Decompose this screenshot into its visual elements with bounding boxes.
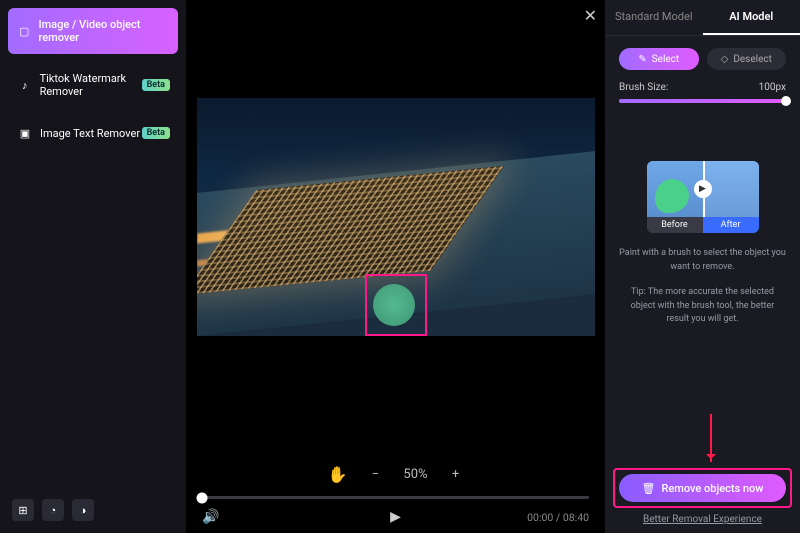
right-panel: Standard Model AI Model ✎ Select ◇ Desel… <box>605 0 800 533</box>
tab-ai-model[interactable]: AI Model <box>703 0 800 35</box>
play-button[interactable]: ▶ <box>390 509 401 525</box>
canvas-area[interactable] <box>186 0 605 433</box>
zoom-value: 50% <box>403 467 427 482</box>
sample-object-icon <box>655 179 689 213</box>
taskbar: ⊞ ◔ ◑ <box>8 495 178 525</box>
before-label: Before <box>647 217 703 233</box>
help-tip: Tip: The more accurate the selected obje… <box>605 280 800 333</box>
brush-icon: ✎ <box>638 54 646 65</box>
annotation-highlight <box>365 274 427 336</box>
brush-size-value: 100px <box>759 82 786 93</box>
video-icon: ▢ <box>18 24 30 38</box>
sidebar-item-label: Image Text Remover <box>40 127 140 140</box>
preview-play-icon[interactable]: ▶ <box>694 180 712 198</box>
zoom-in-button[interactable]: + <box>448 467 464 482</box>
select-tool-button[interactable]: ✎ Select <box>619 48 699 70</box>
time-display: 00:00 / 08:40 <box>527 511 589 524</box>
model-tabs: Standard Model AI Model <box>605 0 800 36</box>
after-label: After <box>703 217 759 233</box>
sidebar-item-label: Image / Video object remover <box>38 18 168 44</box>
sidebar-item-tiktok-remover[interactable]: ♪ Tiktok Watermark Remover Beta <box>8 62 178 108</box>
tab-standard-model[interactable]: Standard Model <box>605 0 703 35</box>
slider-handle[interactable] <box>781 96 791 106</box>
player-controls: 🔊 ▶ 00:00 / 08:40 <box>186 499 605 533</box>
sidebar: ▢ Image / Video object remover ♪ Tiktok … <box>0 0 186 533</box>
timeline-scrubber[interactable] <box>202 496 589 499</box>
beta-badge: Beta <box>142 127 170 139</box>
editor-canvas: ✕ ✋ − 50% + 🔊 ▶ 00:00 / 08:40 <box>186 0 605 533</box>
sidebar-item-object-remover[interactable]: ▢ Image / Video object remover <box>8 8 178 54</box>
pan-hand-icon[interactable]: ✋ <box>327 465 347 484</box>
better-removal-link[interactable]: Better Removal Experience <box>605 514 800 525</box>
annotation-highlight-cta: 🗑 Remove objects now <box>613 468 792 508</box>
taskbar-app-icon[interactable]: ◑ <box>72 499 94 521</box>
brush-size-slider[interactable] <box>619 99 786 103</box>
annotation-arrow <box>710 414 712 462</box>
before-after-preview[interactable]: ▶ Before After <box>647 161 759 233</box>
zoom-controls: ✋ − 50% + <box>186 465 605 484</box>
zoom-out-button[interactable]: − <box>367 467 383 482</box>
help-text: Paint with a brush to select the object … <box>605 241 800 280</box>
volume-icon[interactable]: 🔊 <box>202 509 219 525</box>
beta-badge: Beta <box>142 79 170 91</box>
remove-objects-button[interactable]: 🗑 Remove objects now <box>619 474 786 502</box>
image-text-icon: ▣ <box>18 126 32 140</box>
brush-size-label: Brush Size: <box>619 82 668 93</box>
scrubber-handle[interactable] <box>197 492 208 503</box>
video-frame <box>197 98 595 336</box>
taskbar-windows-icon[interactable]: ⊞ <box>12 499 34 521</box>
sidebar-item-text-remover[interactable]: ▣ Image Text Remover Beta <box>8 116 178 150</box>
tiktok-icon: ♪ <box>18 78 32 92</box>
trash-icon: 🗑 <box>642 482 656 495</box>
eraser-icon: ◇ <box>721 54 729 65</box>
deselect-tool-button[interactable]: ◇ Deselect <box>707 48 787 70</box>
taskbar-app-icon[interactable]: ◔ <box>42 499 64 521</box>
